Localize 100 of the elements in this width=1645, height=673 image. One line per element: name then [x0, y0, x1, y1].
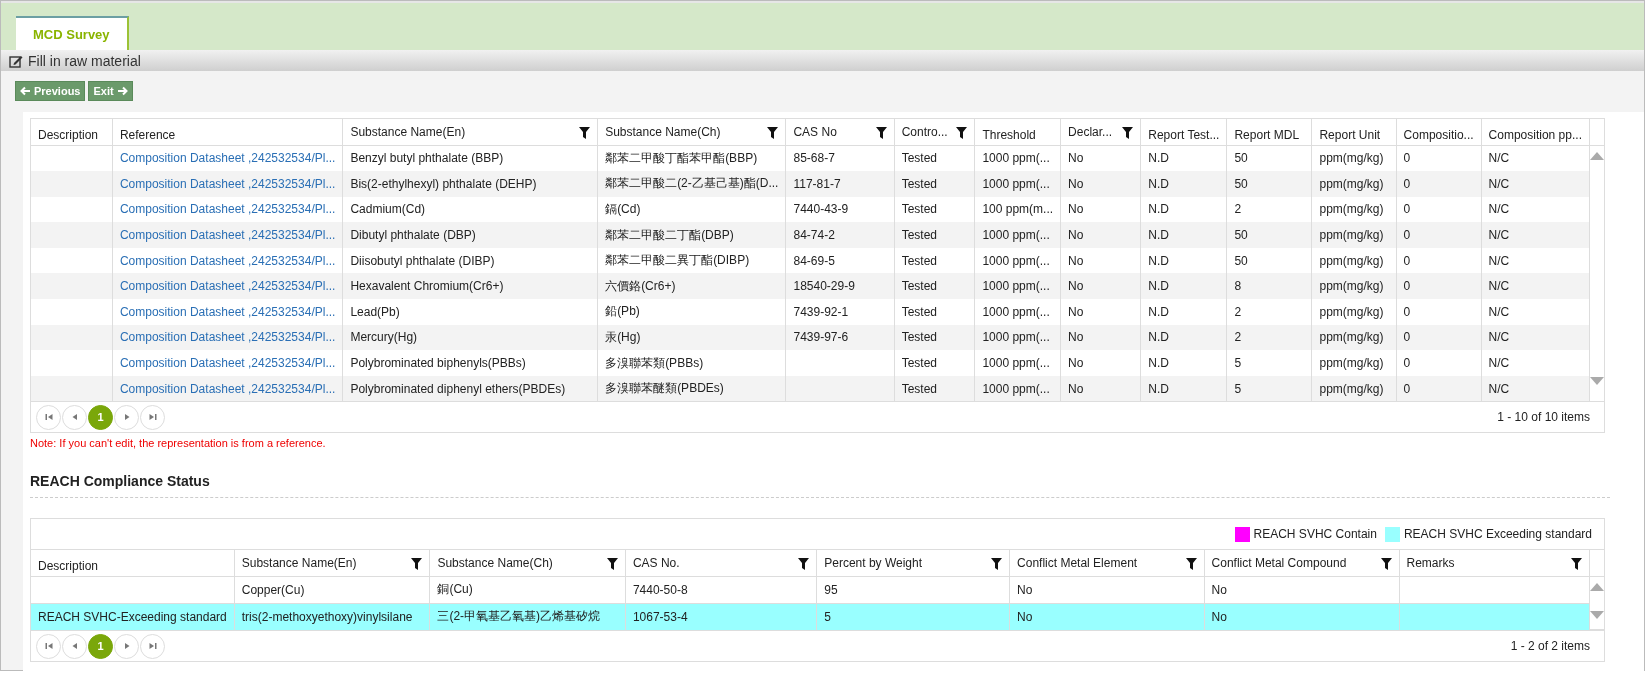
first-page-button[interactable]: [36, 404, 61, 430]
table-cell: No: [1017, 582, 1033, 597]
table-cell: N/C: [1488, 330, 1510, 345]
column-header[interactable]: CAS No.: [625, 550, 817, 577]
filter-icon: [411, 558, 423, 571]
filter-icon: [1185, 558, 1197, 571]
table-cell: 鄰苯二甲酸丁酯苯甲酯(BBP): [605, 150, 758, 165]
arrow-left-icon: [20, 86, 31, 96]
arrow-right-icon: [116, 86, 128, 96]
table-cell: ppm(mg/kg): [1319, 176, 1384, 191]
table-cell: Tested: [901, 304, 937, 319]
table-cell: Dibutyl phthalate (DBP): [350, 228, 476, 243]
column-header[interactable]: Conflict Metal Element: [1009, 550, 1205, 577]
first-page-button[interactable]: [36, 633, 61, 659]
table-cell: 50: [1234, 151, 1248, 166]
filter-icon: [606, 558, 618, 571]
scroll-up-icon: [1589, 582, 1604, 591]
table-cell: No: [1068, 176, 1084, 191]
column-header[interactable]: Substance Name(Ch): [429, 550, 626, 577]
table-cell: N.D: [1148, 356, 1169, 371]
reference-link[interactable]: Composition Datasheet ,242532534/Pl...: [119, 356, 336, 371]
table-cell: 1000 ppm(...: [982, 330, 1050, 345]
table-cell: 7440-43-9: [793, 202, 849, 217]
column-header[interactable]: Compositio...: [1396, 119, 1482, 145]
column-header[interactable]: Report MDL: [1226, 119, 1312, 145]
filter-icon: [798, 558, 810, 571]
column-header[interactable]: Substance Name(En): [342, 119, 598, 145]
filter-icon: [1380, 558, 1392, 571]
table-cell: 1067-53-4: [632, 609, 688, 624]
table-cell: 0: [1403, 356, 1411, 371]
column-header[interactable]: Report Unit: [1311, 119, 1397, 145]
table-cell: 1000 ppm(...: [982, 279, 1050, 294]
column-header[interactable]: Substance Name(En): [234, 550, 430, 577]
table-cell: No: [1068, 202, 1084, 217]
table-cell: 鄰苯二甲酸二異丁酯(DIBP): [605, 253, 750, 268]
reference-link[interactable]: Composition Datasheet ,242532534/Pl...: [119, 151, 336, 166]
column-header[interactable]: Composition pp...: [1481, 119, 1590, 145]
table-cell: N/C: [1488, 356, 1510, 371]
column-header[interactable]: Description: [31, 119, 113, 145]
table-cell: 銅(Cu): [437, 582, 473, 597]
reference-link[interactable]: Composition Datasheet ,242532534/Pl...: [119, 304, 336, 319]
table-cell: N/C: [1488, 381, 1510, 396]
table-cell: Tested: [901, 228, 937, 243]
table-cell: No: [1068, 253, 1084, 268]
table-cell: 2: [1234, 330, 1242, 345]
first-page-icon: [43, 641, 54, 652]
column-header[interactable]: Report Test...: [1140, 119, 1227, 145]
table-cell: 2: [1234, 304, 1242, 319]
column-header[interactable]: Contro...: [894, 119, 975, 145]
table-cell: 0: [1403, 176, 1411, 191]
column-header[interactable]: CAS No: [785, 119, 895, 145]
table-cell: ppm(mg/kg): [1319, 304, 1384, 319]
column-header[interactable]: Description: [31, 550, 235, 577]
next-page-button[interactable]: [114, 633, 139, 659]
table-cell: No: [1068, 356, 1084, 371]
table-cell: 0: [1403, 228, 1411, 243]
filter-icon: [767, 127, 779, 139]
column-header[interactable]: Reference: [112, 119, 343, 145]
table-cell: No: [1068, 151, 1084, 166]
column-header[interactable]: Conflict Metal Compound: [1204, 550, 1400, 577]
previous-page-button[interactable]: [62, 404, 87, 430]
table-cell: 50: [1234, 228, 1248, 243]
table-cell: 84-74-2: [793, 228, 835, 243]
section-title: REACH Compliance Status: [30, 473, 211, 490]
table-cell: N.D: [1148, 202, 1169, 217]
column-header[interactable]: Percent by Weight: [816, 550, 1010, 577]
table-cell: Tested: [901, 202, 937, 217]
table-cell: 0: [1403, 151, 1411, 166]
table-cell: Tested: [901, 176, 937, 191]
column-header[interactable]: Declar...: [1060, 119, 1141, 145]
table-cell: N/C: [1488, 304, 1510, 319]
table-cell: ppm(mg/kg): [1319, 228, 1384, 243]
table-cell: 鎘(Cd): [605, 202, 641, 216]
scroll-down-icon: [1590, 376, 1604, 385]
table-cell: 117-81-7: [793, 176, 841, 191]
table-cell: 鉛(Pb): [605, 304, 640, 319]
filter-icon: [1570, 558, 1582, 571]
table-cell: Hexavalent Chromium(Cr6+): [350, 279, 504, 294]
last-page-button[interactable]: [140, 633, 165, 659]
filter-icon: [579, 127, 591, 139]
previous-page-button[interactable]: [62, 633, 87, 659]
table-cell: Benzyl butyl phthalate (BBP): [350, 151, 504, 166]
scroll-up-icon: [1590, 151, 1604, 160]
last-page-button[interactable]: [140, 404, 165, 430]
table-cell: Lead(Pb): [350, 304, 400, 319]
table-cell: Tested: [901, 279, 937, 294]
last-page-icon: [147, 641, 158, 652]
table-cell: 84-69-5: [793, 253, 835, 268]
table-cell: 鄰苯二甲酸二(2-乙基己基)酯(D...: [605, 176, 779, 191]
next-page-button[interactable]: [114, 404, 139, 430]
column-header[interactable]: Threshold: [974, 119, 1061, 145]
reference-link[interactable]: Composition Datasheet ,242532534/Pl...: [119, 202, 336, 217]
table-cell: 5: [824, 609, 831, 624]
table-cell: No: [1211, 609, 1227, 624]
table-cell: N/C: [1488, 151, 1510, 166]
table-cell: N.D: [1148, 381, 1169, 396]
column-header[interactable]: Remarks: [1399, 550, 1590, 577]
table-cell: tris(2-methoxyethoxy)vinylsilane: [241, 609, 413, 624]
reference-link[interactable]: Composition Datasheet ,242532534/Pl...: [119, 253, 336, 268]
column-header[interactable]: Substance Name(Ch): [597, 119, 786, 145]
